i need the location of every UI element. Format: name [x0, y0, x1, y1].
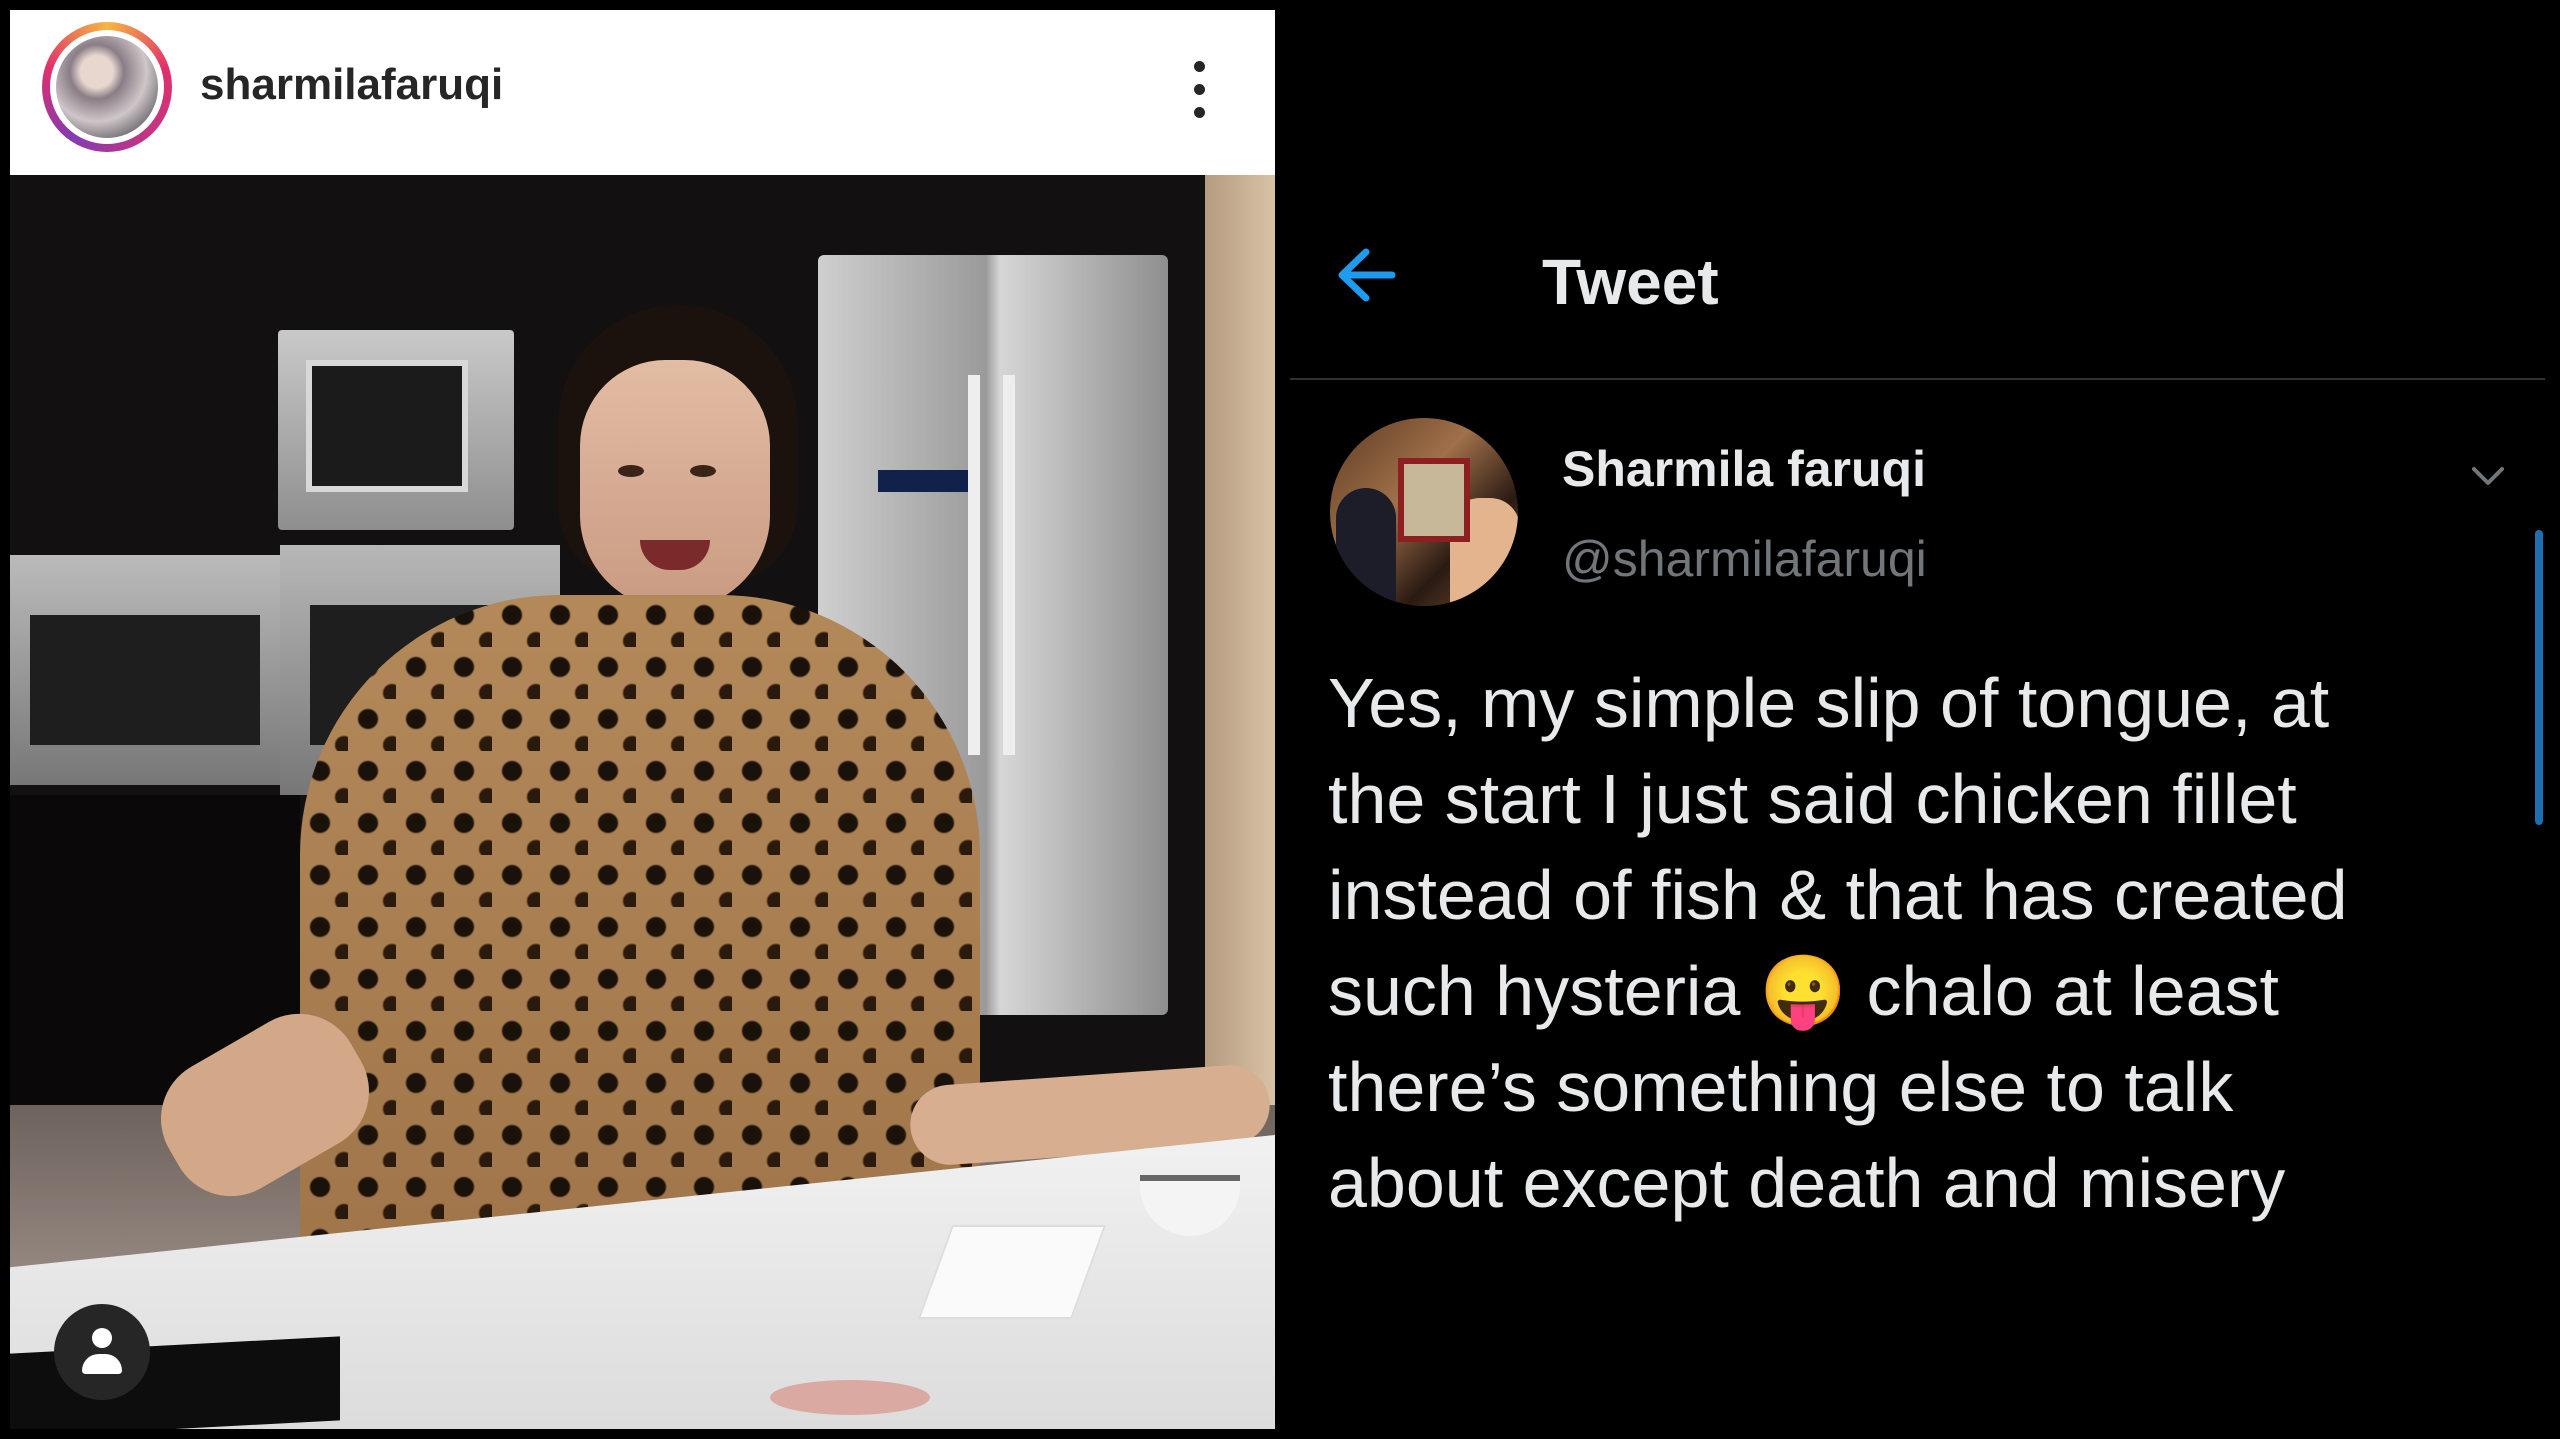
oven-left [10, 555, 280, 785]
instagram-post: sharmilafaruqi [10, 10, 1275, 1429]
eye [690, 465, 716, 477]
tweet-screen: Tweet Sharmila faruqi @sharmilafaruqi Ye… [1290, 0, 2560, 1439]
post-photo[interactable] [10, 175, 1275, 1429]
avatar[interactable] [1330, 418, 1518, 606]
avatar-border [50, 30, 164, 144]
arrow-left-icon[interactable] [1330, 240, 1410, 310]
divider [1290, 378, 2545, 380]
story-ring[interactable] [42, 22, 172, 152]
tweet-text: Yes, my simple slip of tongue, at the st… [1328, 664, 2348, 1222]
post-header: sharmilafaruqi [10, 10, 1275, 175]
more-vertical-icon[interactable] [1180, 55, 1220, 125]
display-name[interactable]: Sharmila faruqi [1562, 440, 1926, 498]
eye [618, 465, 644, 477]
fish-fillet [770, 1380, 930, 1415]
handle[interactable]: @sharmilafaruqi [1562, 530, 1927, 588]
scrollbar[interactable] [2535, 530, 2543, 825]
face [580, 360, 770, 610]
avatar [56, 36, 158, 138]
chevron-down-icon[interactable] [2468, 455, 2508, 495]
user-icon[interactable] [54, 1304, 150, 1400]
username[interactable]: sharmilafaruqi [200, 60, 503, 110]
microwave [278, 330, 514, 530]
page-title: Tweet [1542, 246, 1719, 318]
